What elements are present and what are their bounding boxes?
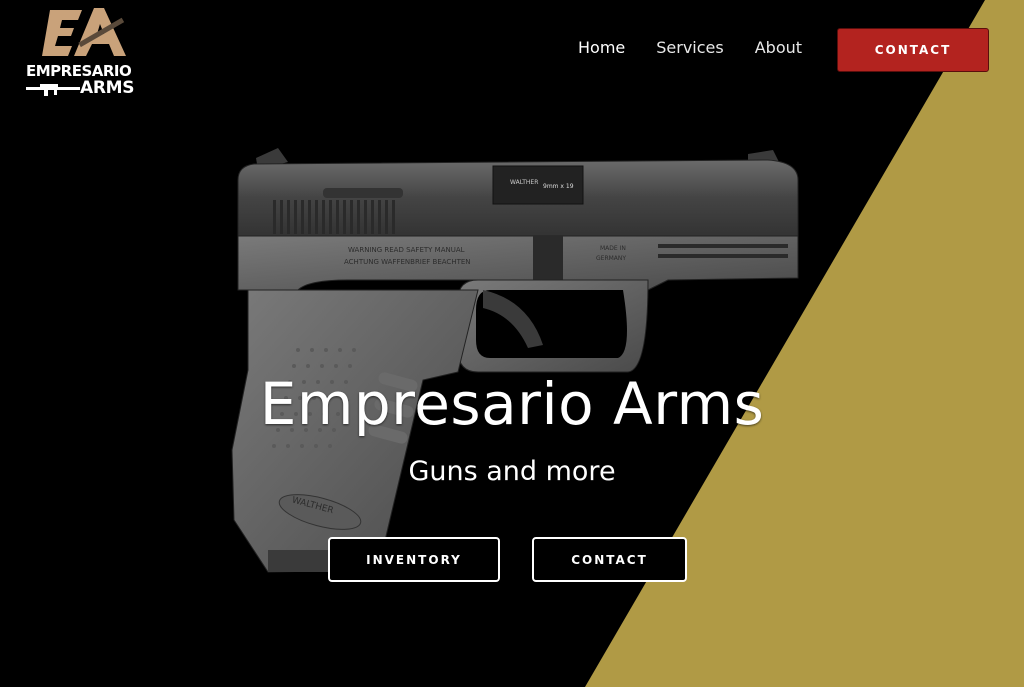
hero-subtitle: Guns and more	[408, 456, 616, 487]
rifle-icon	[26, 84, 80, 96]
ea-monogram-icon	[42, 8, 126, 56]
contact-button-header[interactable]: CONTACT	[837, 28, 989, 72]
origin-line1-text: MADE IN	[600, 245, 626, 252]
origin-line2-text: GERMANY	[596, 255, 626, 262]
brand-logo[interactable]: EMPRESARIO ARMS	[22, 0, 146, 102]
nav-item-about[interactable]: About	[755, 38, 802, 57]
pistol-image: WALTHER 9mm x 19 WARNING READ SAFETY MAN…	[231, 148, 799, 573]
main-nav: Home Services About	[578, 38, 833, 57]
warning-line2-text: ACHTUNG WAFFENBRIEF BEACHTEN	[344, 258, 471, 266]
hero-title: Empresario Arms	[259, 370, 765, 438]
slide-brand-text: WALTHER	[510, 179, 538, 186]
caliber-text: 9mm x 19	[543, 183, 574, 190]
contact-button-hero[interactable]: CONTACT	[532, 537, 687, 582]
brand-name-line2: ARMS	[80, 78, 135, 98]
nav-item-home[interactable]: Home	[578, 38, 625, 57]
warning-line1-text: WARNING READ SAFETY MANUAL	[348, 246, 465, 254]
nav-item-services[interactable]: Services	[656, 38, 723, 57]
inventory-button[interactable]: INVENTORY	[328, 537, 500, 582]
